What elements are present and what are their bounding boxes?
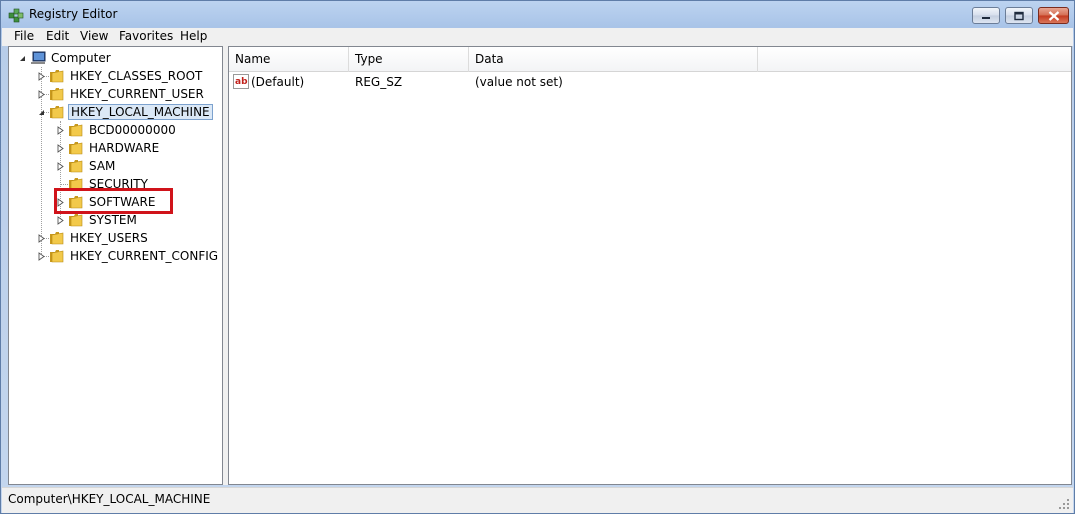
collapse-arrow-icon[interactable] bbox=[37, 108, 46, 117]
tree-label: SAM bbox=[89, 159, 116, 173]
tree-label: HKEY_CLASSES_ROOT bbox=[70, 69, 203, 83]
expand-arrow-icon[interactable] bbox=[56, 143, 65, 153]
list-row[interactable]: ab (Default) REG_SZ (value not set) bbox=[229, 73, 1071, 91]
resize-grip-icon[interactable] bbox=[1058, 498, 1070, 510]
folder-icon bbox=[50, 70, 64, 83]
svg-text:ab: ab bbox=[235, 77, 248, 87]
close-icon bbox=[1048, 10, 1059, 21]
folder-icon bbox=[69, 214, 83, 227]
tree-label: BCD00000000 bbox=[89, 123, 176, 137]
string-value-icon: ab bbox=[233, 74, 249, 89]
menu-bar: File Edit View Favorites Help bbox=[2, 28, 1073, 46]
close-button[interactable] bbox=[1038, 7, 1069, 24]
folder-icon bbox=[50, 250, 64, 263]
expand-arrow-icon[interactable] bbox=[56, 161, 65, 171]
expand-arrow-icon[interactable] bbox=[37, 233, 46, 243]
tree-label: HKEY_CURRENT_USER bbox=[70, 87, 204, 101]
tree-item-hkey-current-user[interactable]: HKEY_CURRENT_USER bbox=[37, 85, 206, 103]
expand-arrow-icon[interactable] bbox=[56, 215, 65, 225]
folder-icon bbox=[69, 124, 83, 137]
tree-item-hardware[interactable]: HARDWARE bbox=[56, 139, 161, 157]
registry-tree[interactable]: Computer HKEY_CLASSES_ROOT HKEY_CURRENT_… bbox=[8, 46, 223, 485]
status-bar: Computer\HKEY_LOCAL_MACHINE bbox=[2, 487, 1073, 513]
maximize-icon bbox=[1014, 11, 1024, 20]
expand-arrow-icon[interactable] bbox=[56, 125, 65, 135]
folder-icon bbox=[69, 142, 83, 155]
software-highlight-annotation bbox=[54, 188, 173, 214]
tree-label: HKEY_USERS bbox=[70, 231, 148, 245]
title-bar[interactable]: Registry Editor bbox=[1, 1, 1074, 28]
menu-favorites[interactable]: Favorites bbox=[119, 29, 173, 43]
maximize-button[interactable] bbox=[1005, 7, 1033, 24]
folder-icon bbox=[50, 232, 64, 245]
tree-label: SYSTEM bbox=[89, 213, 137, 227]
expand-arrow-icon[interactable] bbox=[37, 251, 46, 261]
tree-item-hkey-classes-root[interactable]: HKEY_CLASSES_ROOT bbox=[37, 67, 204, 85]
values-list[interactable]: Name Type Data ab (Default) REG_SZ (valu… bbox=[228, 46, 1072, 485]
menu-edit[interactable]: Edit bbox=[46, 29, 69, 43]
column-header-type[interactable]: Type bbox=[349, 47, 469, 72]
collapse-arrow-icon[interactable] bbox=[18, 54, 27, 63]
folder-icon bbox=[50, 88, 64, 101]
list-header: Name Type Data bbox=[229, 47, 1071, 72]
open-folder-icon bbox=[50, 106, 64, 119]
column-header-name[interactable]: Name bbox=[229, 47, 349, 72]
tree-item-hkey-users[interactable]: HKEY_USERS bbox=[37, 229, 150, 247]
tree-item-hkey-current-config[interactable]: HKEY_CURRENT_CONFIG bbox=[37, 247, 220, 265]
menu-file[interactable]: File bbox=[14, 29, 34, 43]
tree-label: HARDWARE bbox=[89, 141, 160, 155]
tree-item-computer[interactable]: Computer bbox=[18, 49, 113, 67]
tree-item-hkey-local-machine[interactable]: HKEY_LOCAL_MACHINE bbox=[37, 103, 213, 121]
expand-arrow-icon[interactable] bbox=[37, 71, 46, 81]
folder-icon bbox=[69, 160, 83, 173]
registry-editor-window: Registry Editor File Edit View Favorites… bbox=[0, 0, 1075, 514]
menu-view[interactable]: View bbox=[80, 29, 108, 43]
value-data: (value not set) bbox=[475, 75, 563, 89]
registry-app-icon bbox=[8, 8, 24, 23]
expand-arrow-icon[interactable] bbox=[37, 89, 46, 99]
menu-help[interactable]: Help bbox=[180, 29, 207, 43]
tree-item-bcd00000000[interactable]: BCD00000000 bbox=[56, 121, 178, 139]
minimize-icon bbox=[982, 16, 990, 19]
status-path: Computer\HKEY_LOCAL_MACHINE bbox=[8, 492, 211, 506]
value-name: (Default) bbox=[251, 75, 305, 89]
value-type: REG_SZ bbox=[355, 75, 403, 89]
column-header-data[interactable]: Data bbox=[469, 47, 758, 72]
tree-item-sam[interactable]: SAM bbox=[56, 157, 117, 175]
tree-label-computer: Computer bbox=[51, 51, 111, 65]
window-title: Registry Editor bbox=[29, 7, 118, 21]
computer-icon bbox=[31, 51, 46, 64]
minimize-button[interactable] bbox=[972, 7, 1000, 24]
tree-label: HKEY_CURRENT_CONFIG bbox=[70, 249, 219, 263]
tree-label-selected: HKEY_LOCAL_MACHINE bbox=[68, 104, 213, 120]
